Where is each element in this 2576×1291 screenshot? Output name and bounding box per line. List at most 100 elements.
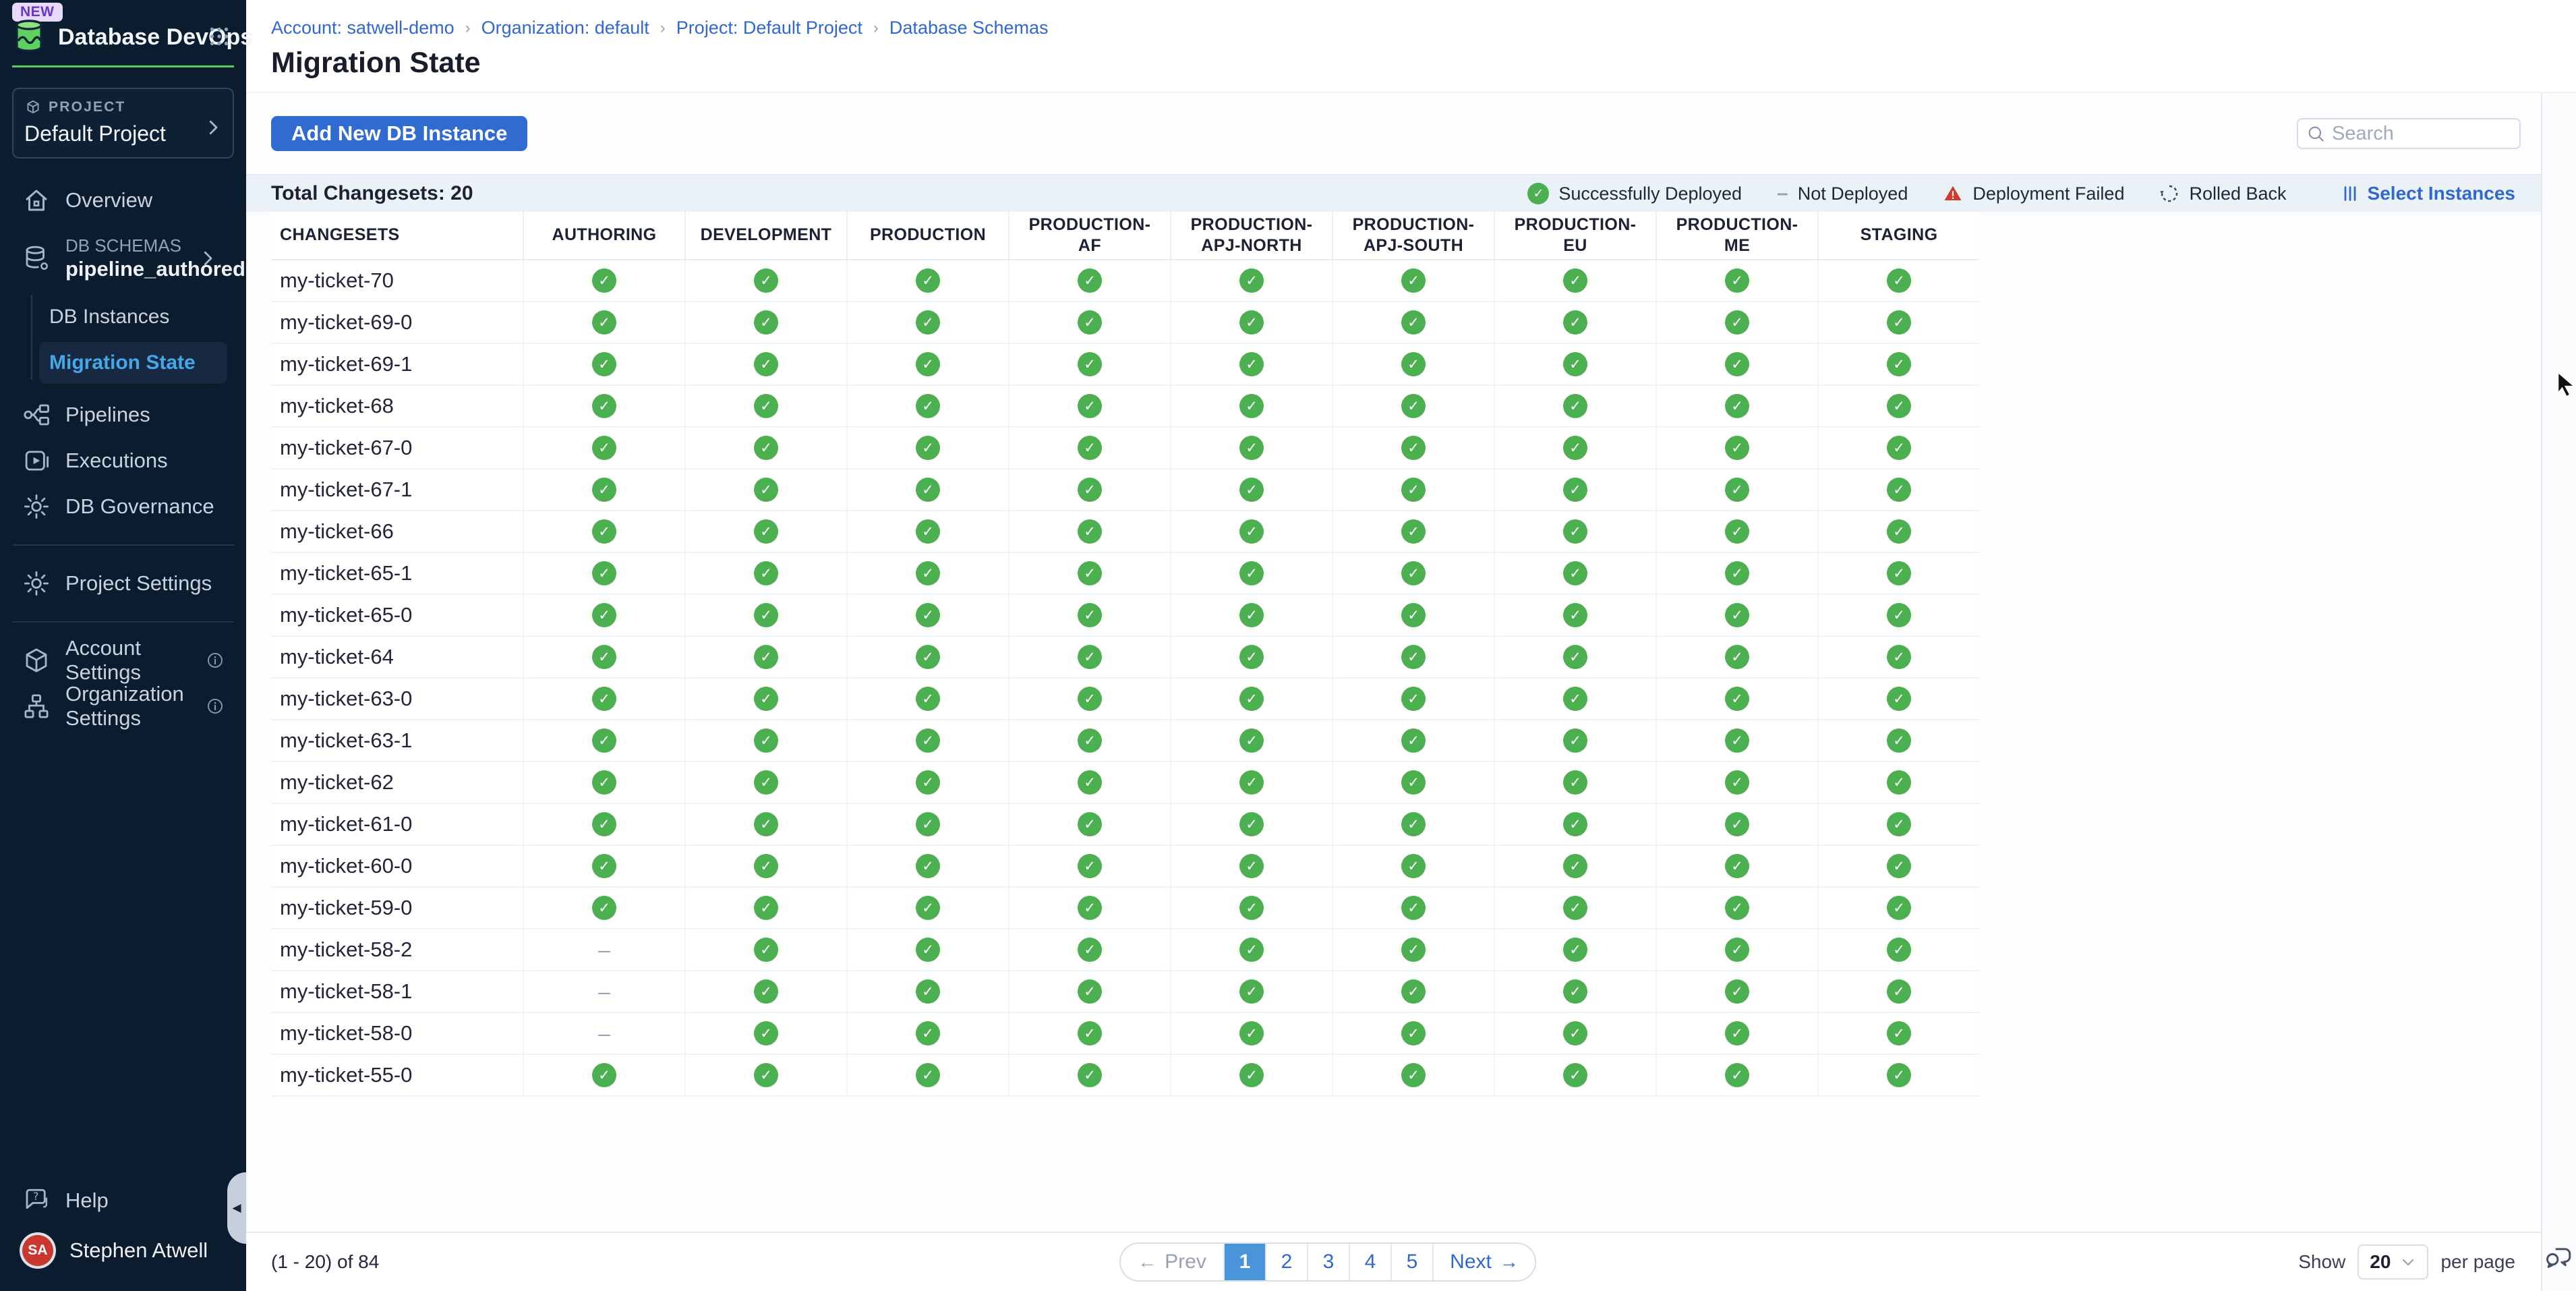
deployed-check-icon: ✓: [916, 687, 940, 711]
page-size-select[interactable]: 20: [2358, 1244, 2428, 1280]
app-grid-icon[interactable]: [207, 24, 231, 49]
deployed-check-icon: ✓: [1887, 938, 1911, 962]
sidebar-item-help[interactable]: Help: [0, 1178, 246, 1224]
page-button-1[interactable]: 1: [1223, 1244, 1265, 1280]
column-header: PRODUCTION-APJ-SOUTH: [1332, 212, 1494, 259]
deployed-check-icon: ✓: [1887, 436, 1911, 460]
deployed-check-icon: ✓: [592, 770, 616, 795]
breadcrumb-account[interactable]: Account: satwell-demo: [271, 18, 455, 38]
changeset-name: my-ticket-63-0: [271, 679, 523, 719]
status-cell-deployed: ✓: [1332, 804, 1494, 844]
deployed-check-icon: ✓: [754, 519, 778, 544]
info-icon[interactable]: [206, 697, 225, 716]
status-cell-deployed: ✓: [1332, 386, 1494, 426]
deployed-check-icon: ✓: [754, 603, 778, 627]
status-cell-deployed: ✓: [846, 386, 1008, 426]
deployed-check-icon: ✓: [592, 352, 616, 376]
deployed-check-icon: ✓: [1239, 728, 1264, 753]
status-cell-deployed: ✓: [684, 1055, 846, 1095]
table-row: my-ticket-69-1✓✓✓✓✓✓✓✓✓: [271, 344, 1979, 386]
search-box[interactable]: [2297, 118, 2521, 149]
changeset-name: my-ticket-65-0: [271, 595, 523, 635]
sidebar-item-db-instances[interactable]: DB Instances: [39, 296, 227, 338]
deployed-check-icon: ✓: [1563, 1021, 1587, 1045]
page-title: Migration State: [271, 47, 2576, 80]
status-cell-deployed: ✓: [1008, 260, 1170, 301]
sidebar-item-account-settings[interactable]: Account Settings: [0, 637, 246, 683]
select-instances-button[interactable]: Select Instances: [2341, 183, 2515, 204]
sidebar-item-db-governance[interactable]: DB Governance: [0, 484, 246, 529]
page-button-4[interactable]: 4: [1349, 1244, 1391, 1280]
user-menu[interactable]: SA Stephen Atwell: [0, 1224, 246, 1278]
status-cell-deployed: ✓: [1494, 888, 1656, 928]
status-cell-deployed: ✓: [1656, 679, 1817, 719]
status-cell-deployed: ✓: [1332, 344, 1494, 384]
deployed-check-icon: ✓: [754, 310, 778, 335]
breadcrumb-database-schemas[interactable]: Database Schemas: [889, 18, 1049, 38]
next-page-button[interactable]: Next →: [1432, 1244, 1535, 1280]
status-cell-deployed: ✓: [1817, 846, 1979, 886]
status-cell-deployed: ✓: [1656, 1013, 1817, 1054]
status-cell-deployed: ✓: [1817, 804, 1979, 844]
deployed-check-icon: ✓: [754, 1063, 778, 1087]
app-header: NEW Database DevOps: [12, 0, 234, 67]
status-cell-deployed: ✓: [846, 888, 1008, 928]
status-cell-deployed: ✓: [1008, 428, 1170, 468]
status-cell-deployed: ✓: [1170, 595, 1332, 635]
deployed-check-icon: ✓: [1725, 728, 1749, 753]
chat-support-icon[interactable]: [2545, 1244, 2573, 1272]
deployed-check-icon: ✓: [916, 1063, 940, 1087]
sidebar-item-organization-settings[interactable]: Organization Settings: [0, 683, 246, 729]
deployed-check-icon: ✓: [754, 1021, 778, 1045]
breadcrumb-separator: ›: [873, 19, 879, 38]
deployed-check-icon: ✓: [1563, 519, 1587, 544]
deployed-check-icon: ✓: [1563, 561, 1587, 585]
status-cell-deployed: ✓: [1494, 762, 1656, 803]
prev-page-button[interactable]: ← Prev: [1121, 1244, 1223, 1280]
deployed-check-icon: ✓: [1887, 896, 1911, 920]
deployed-check-icon: ✓: [592, 310, 616, 335]
column-header: DEVELOPMENT: [684, 212, 846, 259]
page-button-3[interactable]: 3: [1307, 1244, 1349, 1280]
changeset-name: my-ticket-67-1: [271, 469, 523, 510]
deployed-check-icon: ✓: [754, 770, 778, 795]
sidebar-item-db-schemas[interactable]: DB SCHEMAS pipeline_authored: [0, 223, 246, 293]
search-input[interactable]: [2332, 123, 2511, 145]
deployed-check-icon: ✓: [1725, 1021, 1749, 1045]
breadcrumb-organization[interactable]: Organization: default: [481, 18, 649, 38]
status-cell-deployed: ✓: [1170, 469, 1332, 510]
add-db-instance-button[interactable]: Add New DB Instance: [271, 116, 527, 151]
sidebar-item-pipelines[interactable]: Pipelines: [0, 392, 246, 438]
project-selector[interactable]: PROJECT Default Project: [12, 88, 234, 159]
sidebar-item-overview[interactable]: Overview: [0, 177, 246, 223]
deployed-check-icon: ✓: [1239, 938, 1264, 962]
deployed-check-icon: ✓: [916, 645, 940, 669]
breadcrumb-project[interactable]: Project: Default Project: [676, 18, 862, 38]
status-cell-deployed: ✓: [1170, 511, 1332, 552]
status-cell-deployed: ✓: [1656, 1055, 1817, 1095]
sidebar-item-migration-state[interactable]: Migration State: [39, 342, 227, 384]
sidebar-collapse-handle[interactable]: ◀: [227, 1172, 246, 1244]
status-cell-deployed: ✓: [523, 469, 684, 510]
info-icon[interactable]: [206, 651, 225, 670]
sidebar-item-project-settings[interactable]: Project Settings: [0, 561, 246, 606]
deployed-check-icon: ✓: [1239, 519, 1264, 544]
column-header: AUTHORING: [523, 212, 684, 259]
status-cell-deployed: ✓: [1656, 511, 1817, 552]
status-cell-deployed: ✓: [684, 302, 846, 343]
deployed-check-icon: ✓: [1563, 603, 1587, 627]
deployed-check-icon: ✓: [1725, 519, 1749, 544]
page-button-2[interactable]: 2: [1265, 1244, 1307, 1280]
deployed-check-icon: ✓: [1725, 436, 1749, 460]
deployed-check-icon: ✓: [1887, 728, 1911, 753]
deployed-check-icon: ✓: [1401, 603, 1426, 627]
deployed-check-icon: ✓: [1887, 1021, 1911, 1045]
page-button-5[interactable]: 5: [1391, 1244, 1432, 1280]
database-icon: [22, 244, 51, 272]
deployed-check-icon: ✓: [1239, 812, 1264, 836]
deployed-check-icon: ✓: [1401, 896, 1426, 920]
status-cell-deployed: ✓: [1008, 679, 1170, 719]
sidebar-item-executions[interactable]: Executions: [0, 438, 246, 484]
table-row: my-ticket-67-0✓✓✓✓✓✓✓✓✓: [271, 428, 1979, 469]
status-cell-deployed: ✓: [1170, 302, 1332, 343]
